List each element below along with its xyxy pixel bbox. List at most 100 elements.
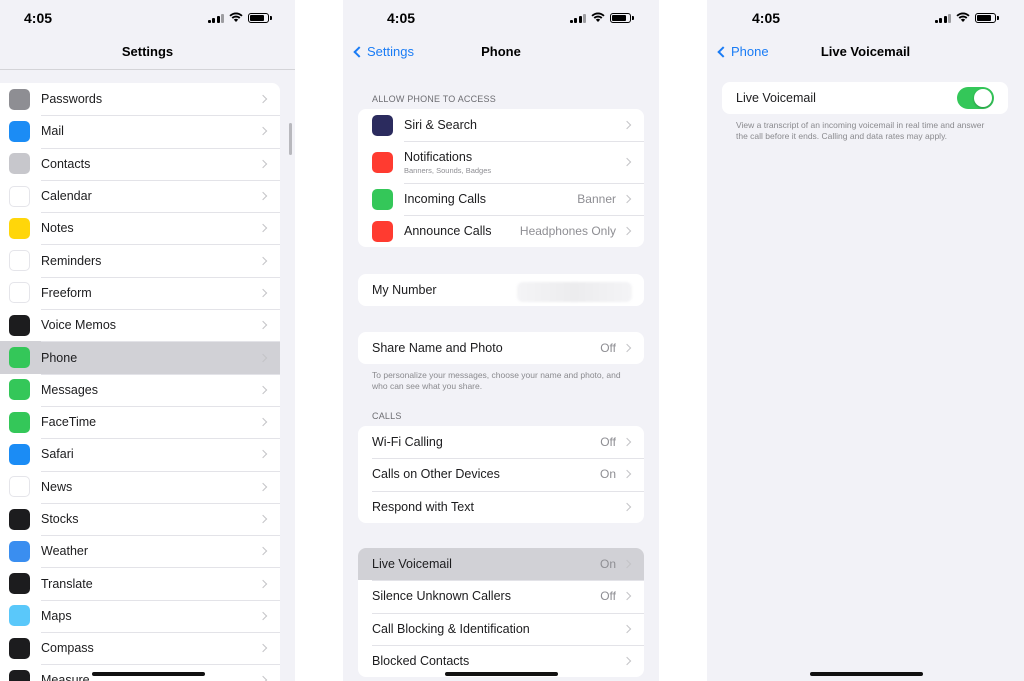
row-label: Mail: [41, 124, 64, 139]
settings-item-compass[interactable]: Compass: [0, 632, 280, 664]
chevron-right-icon: [258, 94, 268, 104]
row-value: Off: [600, 589, 616, 604]
settings-item-facetime[interactable]: FaceTime: [0, 405, 280, 438]
row-label: Incoming Calls: [404, 192, 577, 206]
row-label: Freeform: [41, 285, 92, 300]
cellular-signal-icon: [569, 13, 586, 23]
contacts-icon: [9, 153, 30, 175]
status-bar: 4:05: [343, 0, 659, 36]
row-call-blocking-identification[interactable]: Call Blocking & Identification: [358, 612, 644, 645]
settings-item-stocks[interactable]: Stocks: [0, 502, 280, 535]
page-title: Live Voicemail: [820, 44, 911, 59]
row-label: News: [41, 479, 73, 494]
settings-item-reminders[interactable]: Reminders: [0, 244, 280, 276]
key-icon: [9, 88, 30, 110]
my-number-row[interactable]: My Number: [358, 274, 644, 306]
stocks-icon: [9, 508, 30, 530]
share-name-row[interactable]: Share Name and Photo Off: [358, 332, 644, 364]
settings-item-voice-memos[interactable]: Voice Memos: [0, 309, 280, 341]
row-label: Share Name and Photo: [372, 341, 503, 355]
row-label: Phone: [41, 350, 78, 365]
row-value: On: [599, 557, 616, 572]
live-voicemail-toggle-row[interactable]: Live Voicemail: [722, 82, 1008, 114]
settings-item-notes[interactable]: Notes: [0, 212, 280, 244]
battery-icon: [610, 12, 634, 23]
settings-item-weather[interactable]: Weather: [0, 535, 280, 567]
chevron-right-icon: [258, 288, 268, 298]
row-siri-search[interactable]: Siri & Search: [358, 109, 644, 141]
row-label: Stocks: [41, 512, 79, 526]
settings-list: Passwords Mail Contacts Calendar Notes Remind…: [0, 83, 280, 681]
row-wi-fi-calling[interactable]: Wi-Fi Calling Off: [358, 426, 644, 458]
row-label: FaceTime: [41, 415, 97, 430]
row-incoming-calls[interactable]: Incoming Calls Banner: [358, 183, 644, 215]
chevron-right-icon: [258, 224, 268, 233]
calendar-icon: [9, 185, 30, 207]
settings-item-phone[interactable]: Phone: [0, 341, 280, 374]
share-group: Share Name and Photo Off: [358, 332, 644, 364]
navbar-divider: [0, 69, 295, 70]
live-voicemail-toggle[interactable]: [957, 87, 994, 109]
row-calls-on-other-devices[interactable]: Calls on Other Devices On: [358, 458, 644, 490]
settings-item-mail[interactable]: Mail: [0, 115, 280, 147]
phone-icon: [9, 347, 30, 369]
settings-item-safari[interactable]: Safari: [0, 438, 280, 470]
row-label: Calls on Other Devices: [372, 467, 600, 481]
wifi-icon: [229, 12, 243, 22]
chevron-right-icon: [258, 191, 268, 201]
row-silence-unknown-callers[interactable]: Silence Unknown Callers Off: [358, 580, 644, 612]
scrollbar[interactable]: [289, 123, 292, 155]
settings-item-maps[interactable]: Maps: [0, 599, 280, 632]
calls-group: Wi-Fi Calling Off Calls on Other Devices On…: [358, 426, 644, 523]
row-notifications[interactable]: Notifications Banners, Sounds, Badges: [358, 141, 644, 183]
chevron-right-icon: [258, 320, 268, 330]
home-indicator[interactable]: [445, 672, 558, 676]
row-respond-with-text[interactable]: Respond with Text: [358, 490, 644, 523]
row-live-voicemail[interactable]: Live Voicemail On: [358, 548, 644, 581]
chevron-right-icon: [622, 157, 632, 167]
row-label: Contacts: [41, 156, 91, 171]
access-group: Siri & Search Notifications Banners, Sound…: [358, 109, 644, 247]
chevron-right-icon: [622, 470, 632, 479]
row-label: Live Voicemail: [372, 557, 600, 571]
home-indicator[interactable]: [809, 672, 923, 676]
settings-item-passwords[interactable]: Passwords: [0, 83, 280, 115]
settings-item-calendar[interactable]: Calendar: [0, 179, 280, 212]
row-label: Messages: [41, 382, 98, 397]
notifications-icon: [372, 151, 393, 173]
chevron-right-icon: [622, 656, 632, 666]
page-title: Settings: [121, 44, 174, 59]
live-voicemail-footnote: View a transcript of an incoming voicema…: [736, 120, 985, 142]
row-label: Passwords: [41, 92, 103, 107]
settings-item-messages[interactable]: Messages: [0, 373, 280, 406]
announce-calls-icon: [372, 220, 393, 242]
section-header-calls: CALLS: [372, 411, 402, 421]
settings-item-news[interactable]: News: [0, 470, 280, 503]
messages-icon: [9, 379, 30, 401]
chevron-right-icon: [622, 343, 632, 353]
row-label: Blocked Contacts: [372, 654, 624, 668]
settings-navbar: Settings: [0, 36, 295, 68]
news-icon: [9, 476, 30, 498]
my-number-group: My Number: [358, 274, 644, 306]
row-label: Voice Memos: [41, 318, 117, 333]
row-label: Weather: [41, 544, 89, 559]
settings-item-freeform[interactable]: Freeform: [0, 276, 280, 309]
chevron-right-icon: [258, 547, 268, 556]
wifi-icon: [956, 12, 970, 22]
row-announce-calls[interactable]: Announce Calls Headphones Only: [358, 215, 644, 247]
row-label: Reminders: [41, 253, 102, 268]
settings-item-contacts[interactable]: Contacts: [0, 147, 280, 180]
voicemail-group: Live Voicemail On Silence Unknown Callers O…: [358, 548, 644, 678]
live-voicemail-navbar: Phone Live Voicemail: [707, 36, 1024, 68]
chevron-right-icon: [622, 226, 632, 236]
facetime-icon: [9, 411, 30, 433]
row-label: Siri & Search: [404, 118, 624, 132]
compass-icon: [9, 637, 30, 659]
row-label: Wi-Fi Calling: [372, 435, 600, 449]
status-time: 4:05: [24, 10, 53, 26]
home-indicator[interactable]: [91, 672, 205, 676]
weather-icon: [9, 540, 30, 562]
settings-item-translate[interactable]: Translate: [0, 567, 280, 599]
row-value: Off: [600, 341, 616, 355]
